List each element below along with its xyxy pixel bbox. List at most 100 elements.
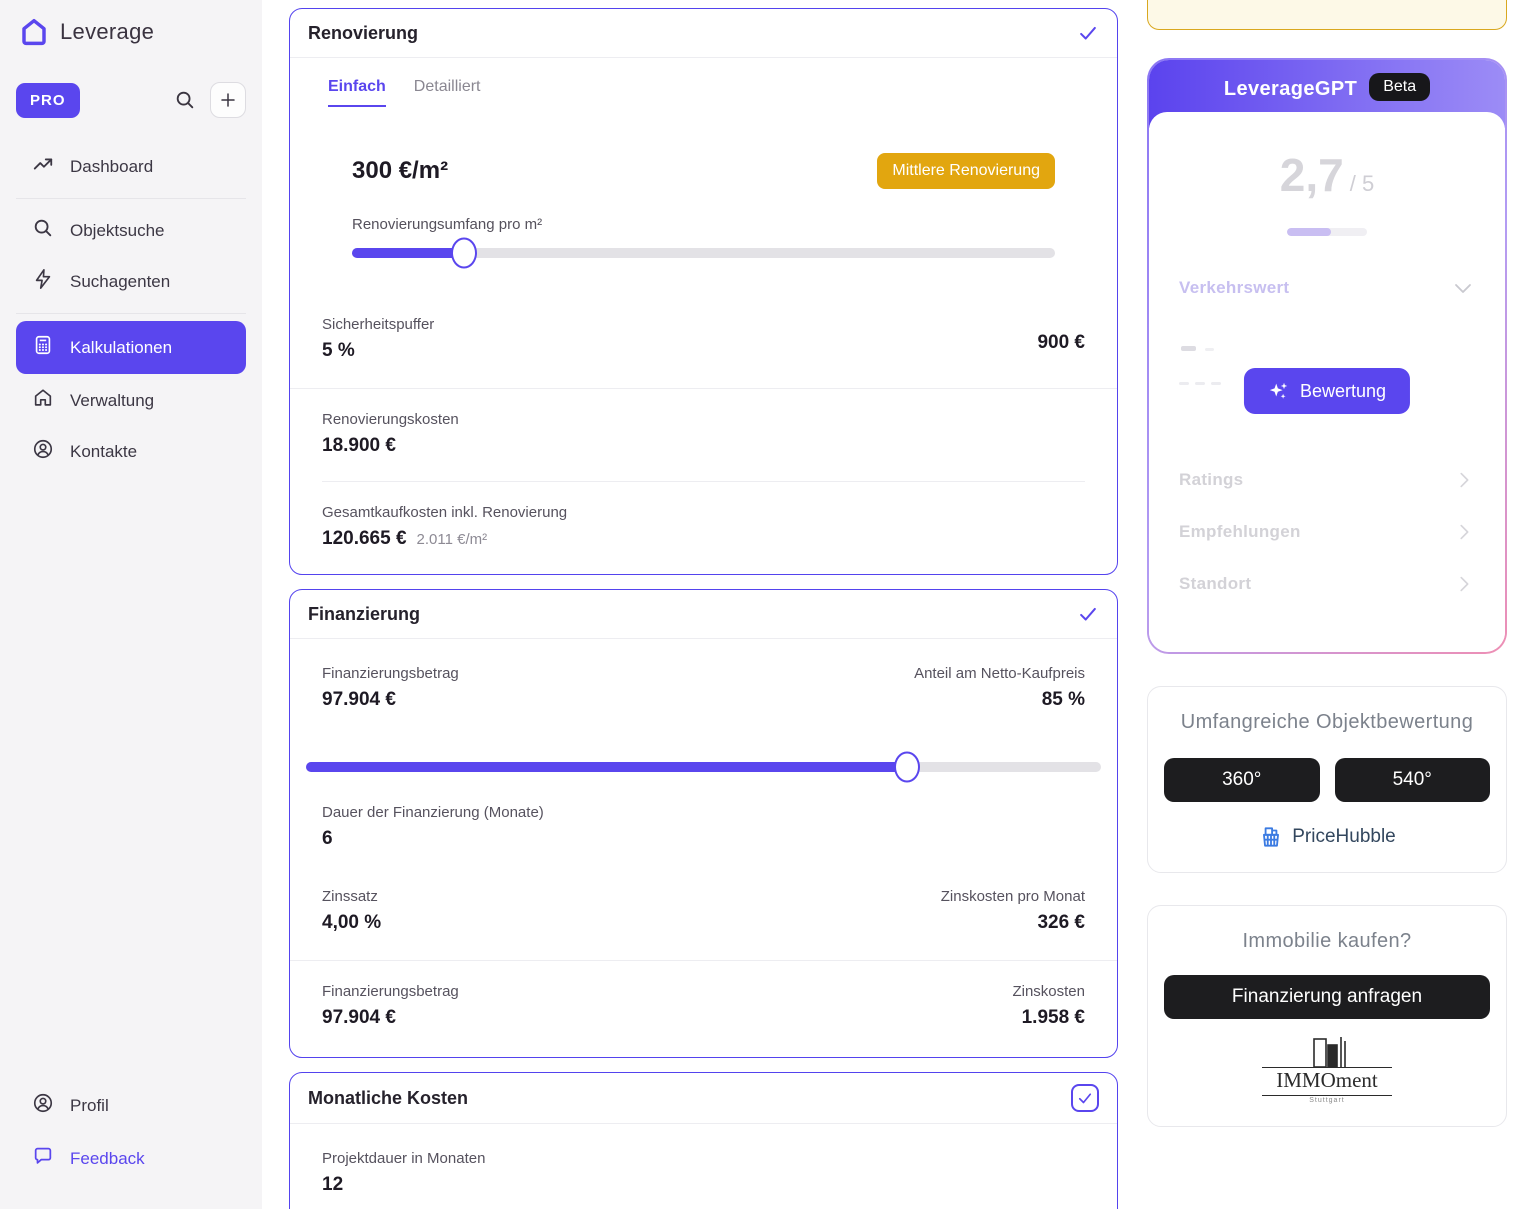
buy-title: Immobilie kaufen? (1242, 930, 1412, 952)
card-title: Finanzierung (308, 603, 420, 624)
interest-rate-value: 4,00 % (322, 912, 382, 933)
sidebar-item-kontakte[interactable]: Kontakte (16, 427, 246, 476)
total-costs-label: Gesamtkaufkosten inkl. Renovierung (322, 504, 568, 521)
pricehubble-logo: PriceHubble (1164, 824, 1490, 850)
view-540-button[interactable]: 540° (1334, 758, 1490, 802)
gpt-item-standort[interactable]: Standort (1179, 558, 1475, 610)
sidebar-nav: Dashboard Objektsuche Suchagenten Kalkul… (16, 140, 246, 478)
immoment-name: IMMOment (1262, 1067, 1392, 1096)
sidebar-item-feedback[interactable]: Feedback (16, 1134, 246, 1183)
buffer-value: 5 % (322, 340, 355, 361)
immoment-city: Stuttgart (1309, 1097, 1345, 1104)
object-valuation-card: Umfangreiche Objektbewertung 360° 540° P… (1147, 686, 1507, 873)
financing-share-value: 85 % (1041, 689, 1085, 710)
chevron-right-icon (1453, 469, 1475, 491)
renovation-costs-value: 18.900 € (322, 435, 396, 456)
bewertung-button[interactable]: Bewertung (1243, 368, 1411, 414)
bewertung-button-label: Bewertung (1299, 380, 1387, 401)
home-icon (32, 387, 54, 414)
sidebar-item-label: Verwaltung (70, 390, 155, 410)
financing-duration-label: Dauer der Finanzierung (Monate) (322, 804, 544, 821)
market-value-label: Verkehrswert (1179, 278, 1290, 297)
sidebar-item-label: Profil (70, 1095, 109, 1115)
sidebar-item-kalkulationen[interactable]: Kalkulationen (16, 321, 246, 374)
score-max: / 5 (1349, 171, 1375, 196)
sidebar-item-label: Kalkulationen (70, 337, 173, 357)
sidebar-item-objektsuche[interactable]: Objektsuche (16, 206, 246, 255)
skeleton-bar (1195, 382, 1205, 385)
interest-costs-value: 1.958 € (1021, 1007, 1085, 1028)
sidebar-item-verwaltung[interactable]: Verwaltung (16, 376, 246, 425)
sidebar-item-label: Suchagenten (70, 271, 171, 291)
pricehubble-icon (1258, 824, 1284, 850)
chat-icon (32, 1145, 54, 1172)
person-icon (32, 438, 54, 465)
renovation-costs-label: Renovierungskosten (322, 411, 459, 428)
divider (16, 198, 246, 199)
check-icon (1077, 603, 1099, 625)
score-progress-fill (1287, 228, 1331, 236)
buy-property-card: Immobilie kaufen? Finanzierung anfragen … (1147, 905, 1507, 1127)
search-icon[interactable] (168, 83, 202, 117)
chevron-right-icon (1453, 573, 1475, 595)
score-value: 2,7 (1279, 149, 1344, 201)
trend-up-icon (32, 153, 54, 180)
total-costs-amount: 120.665 € (322, 528, 407, 549)
view-360-button[interactable]: 360° (1164, 758, 1320, 802)
financing-total-value: 97.904 € (322, 1007, 396, 1028)
pricehubble-name: PriceHubble (1292, 826, 1396, 847)
request-financing-button[interactable]: Finanzierung anfragen (1164, 975, 1490, 1019)
market-value-row[interactable]: Verkehrswert (1179, 276, 1475, 300)
sidebar: Leverage PRO Dashboard Objektsuche Sucha… (0, 0, 262, 1209)
total-costs-value: 120.665 € 2.011 €/m² (322, 528, 1085, 550)
valuation-title: Umfangreiche Objektbewertung (1180, 711, 1474, 733)
main-content: Renovierung Einfach Detailliert 300 €/m²… (289, 0, 1118, 1209)
renovation-rate-value: 300 €/m² (352, 157, 449, 184)
tab-einfach[interactable]: Einfach (328, 78, 386, 107)
checkbox-checked-icon[interactable] (1071, 1084, 1099, 1112)
gpt-item-ratings[interactable]: Ratings (1179, 454, 1475, 506)
check-icon (1077, 22, 1099, 44)
slider-thumb[interactable] (451, 237, 478, 269)
interest-rate-label: Zinssatz (322, 888, 378, 905)
alert-card (1147, 0, 1507, 30)
skeleton-bar (1211, 382, 1221, 385)
sidebar-item-dashboard[interactable]: Dashboard (16, 142, 246, 191)
slider-fill (306, 762, 908, 772)
gpt-item-empfehlungen[interactable]: Empfehlungen (1179, 506, 1475, 558)
buildings-icon (1292, 1035, 1362, 1069)
monthly-costs-card: Monatliche Kosten Projektdauer in Monate… (289, 1072, 1118, 1209)
sidebar-item-label: Objektsuche (70, 220, 165, 240)
financing-total-label: Finanzierungsbetrag (322, 983, 459, 1000)
renovation-slider-label: Renovierungsumfang pro m² (352, 216, 543, 233)
add-button[interactable] (210, 82, 246, 118)
sidebar-item-label: Dashboard (70, 156, 154, 176)
buffer-amount: 900 € (1037, 331, 1085, 353)
card-title: Renovierung (308, 22, 419, 43)
chevron-down-icon[interactable] (1451, 276, 1475, 300)
calculator-icon (32, 334, 54, 361)
gpt-item-label: Ratings (1179, 470, 1244, 489)
renovation-slider[interactable] (352, 237, 1055, 269)
sidebar-item-profil[interactable]: Profil (16, 1081, 246, 1130)
sidebar-item-label: Kontakte (70, 441, 138, 461)
sidebar-item-label: Feedback (70, 1148, 145, 1168)
leveragegpt-card: LeverageGPT Beta 2,7/ 5 Verkehrswert Bew… (1147, 58, 1507, 654)
gpt-item-label: Empfehlungen (1179, 522, 1301, 541)
divider (16, 313, 246, 314)
brand-name: Leverage (60, 19, 155, 44)
slider-thumb[interactable] (894, 751, 921, 783)
sidebar-item-suchagenten[interactable]: Suchagenten (16, 257, 246, 306)
tab-detailliert[interactable]: Detailliert (414, 78, 481, 107)
slider-fill (352, 248, 465, 258)
financing-share-label: Anteil am Netto-Kaufpreis (914, 665, 1085, 682)
sparkles-icon (1268, 380, 1290, 402)
financing-slider[interactable] (306, 751, 1101, 783)
financing-amount-value: 97.904 € (322, 689, 396, 710)
person-icon (32, 1092, 54, 1119)
skeleton-bar (1181, 346, 1196, 351)
financing-amount-label: Finanzierungsbetrag (322, 665, 459, 682)
pro-badge: PRO (16, 82, 80, 118)
renovation-card: Renovierung Einfach Detailliert 300 €/m²… (289, 8, 1118, 575)
card-title: Monatliche Kosten (308, 1087, 469, 1108)
